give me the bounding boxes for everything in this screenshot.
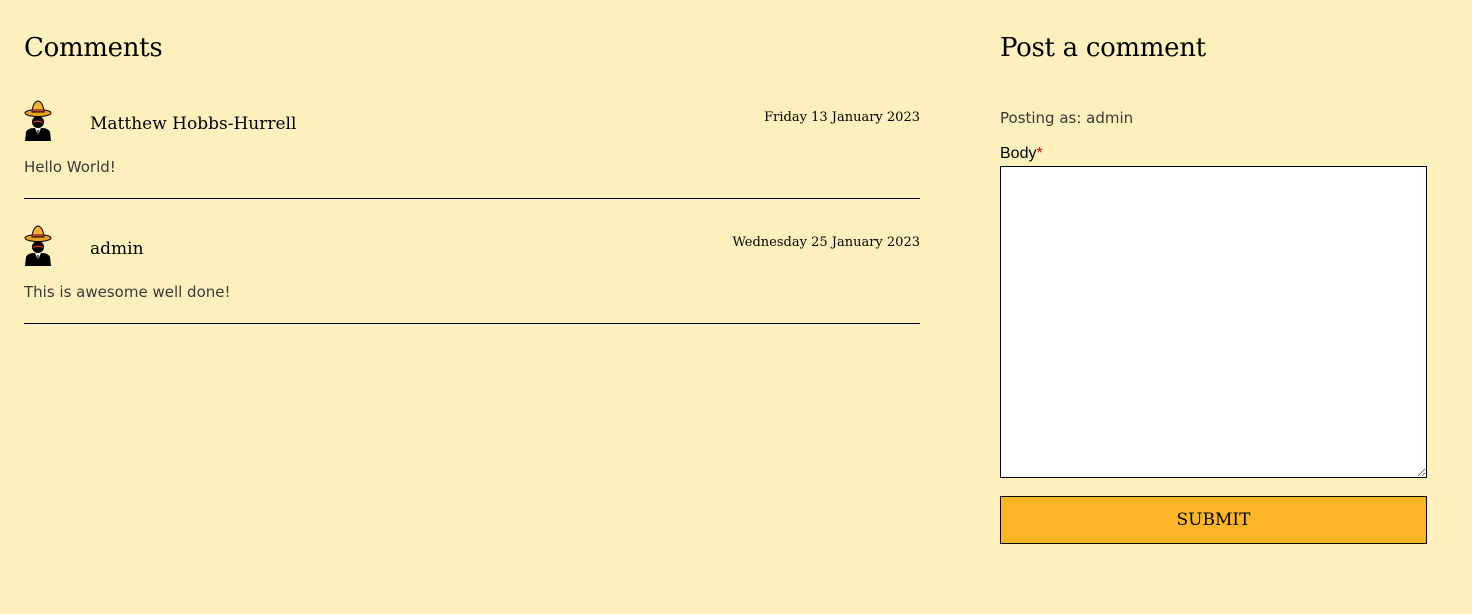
submit-button[interactable]: SUBMIT <box>1000 496 1427 544</box>
comment-author: Matthew Hobbs-Hurrell <box>90 114 297 134</box>
comment-divider <box>24 198 920 199</box>
sombrero-man-icon <box>24 100 52 141</box>
body-label-text: Body <box>1000 145 1037 162</box>
comment-author: admin <box>90 239 144 259</box>
comment-item: admin Wednesday 25 January 2023 This is … <box>24 224 920 336</box>
comment-date: Wednesday 25 January 2023 <box>732 235 920 250</box>
sombrero-man-icon <box>24 225 52 266</box>
comment-date: Friday 13 January 2023 <box>764 110 920 125</box>
post-comment-heading: Post a comment <box>1000 33 1206 63</box>
comment-body: Hello World! <box>24 158 116 176</box>
body-field-label: Body* <box>1000 145 1043 163</box>
comments-heading: Comments <box>24 33 163 63</box>
posting-as-text: Posting as: admin <box>1000 109 1134 127</box>
comment-body: This is awesome well done! <box>24 283 231 301</box>
comment-divider <box>24 323 920 324</box>
comment-body-textarea[interactable] <box>1000 166 1427 478</box>
comment-item: Matthew Hobbs-Hurrell Friday 13 January … <box>24 99 920 211</box>
required-marker: * <box>1036 145 1043 162</box>
